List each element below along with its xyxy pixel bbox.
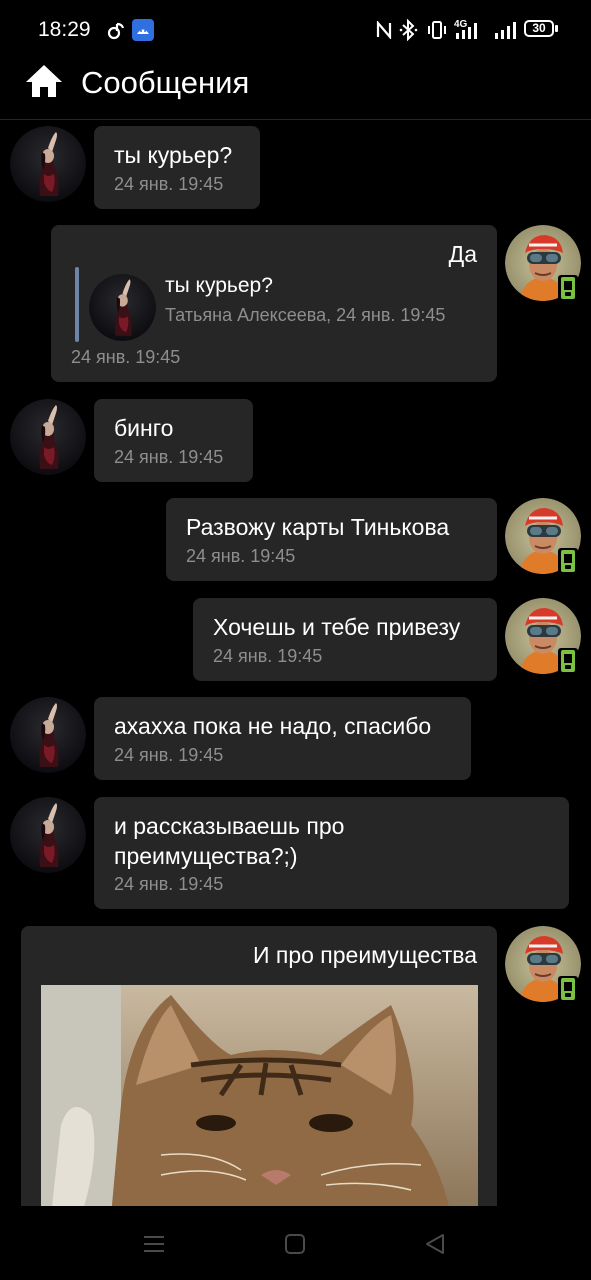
message-text: ахахха пока не надо, спасибо (114, 713, 432, 739)
home-square-icon[interactable] (284, 1233, 306, 1255)
message-time: 24 янв. 19:45 (186, 546, 296, 566)
message-bubble[interactable]: ахахха пока не надо, спасибо 24 янв. 19:… (94, 697, 471, 780)
message-text-line-1: и рассказываешь про (114, 813, 345, 839)
message-text: ты курьер? (114, 142, 233, 168)
contact-avatar[interactable] (10, 399, 86, 475)
reply-avatar (89, 274, 156, 341)
svg-text:4G: 4G (454, 19, 468, 30)
mobile-badge-icon (558, 275, 578, 301)
menu-icon[interactable] (143, 1234, 165, 1254)
app-notification-icon (132, 19, 154, 41)
reply-bar (75, 267, 79, 342)
message-text: Хочешь и тебе привезу (213, 614, 461, 640)
mobile-badge-icon (558, 976, 578, 1002)
message-bubble[interactable]: Развожу карты Тинькова 24 янв. 19:45 (166, 498, 497, 581)
contact-avatar[interactable] (10, 126, 86, 202)
reply-text: ты курьер? (165, 274, 273, 297)
message-time: 24 янв. 19:45 (114, 447, 224, 467)
music-icon (107, 22, 125, 40)
message-bubble[interactable]: И про преимущества (21, 926, 497, 1216)
signal-4g-icon: 4G (454, 19, 477, 39)
message-bubble[interactable]: Хочешь и тебе привезу 24 янв. 19:45 (193, 598, 497, 681)
battery-icon: 30 (524, 20, 554, 37)
message-bubble[interactable]: ты курьер? 24 янв. 19:45 (94, 126, 260, 209)
message-bubble[interactable]: и рассказываешь про преимущества?;) 24 я… (94, 797, 569, 909)
contact-avatar[interactable] (10, 697, 86, 773)
message-text-line-2: преимущества?;) (114, 843, 298, 869)
contact-avatar[interactable] (10, 797, 86, 873)
message-bubble[interactable]: Да ты курьер? Татьяна Алексеева, 24 янв.… (51, 225, 497, 382)
signal-icon (495, 22, 516, 39)
message-text: Развожу карты Тинькова (186, 514, 450, 540)
nfc-icon (376, 21, 392, 39)
back-triangle-icon[interactable] (423, 1232, 447, 1256)
message-time: 24 янв. 19:45 (213, 646, 323, 666)
app-bar: Сообщения (0, 60, 591, 120)
message-time: 24 янв. 19:45 (114, 745, 224, 765)
vibrate-icon (428, 21, 446, 39)
message-text: бинго (114, 415, 174, 441)
status-bar: 18:29 4G 30 (0, 0, 591, 60)
message-time: 24 янв. 19:45 (114, 174, 224, 194)
home-icon[interactable] (24, 63, 64, 99)
bluetooth-icon (399, 19, 418, 41)
system-nav-bar (0, 1206, 591, 1280)
mobile-badge-icon (558, 548, 578, 574)
reply-author: Татьяна Алексеева, 24 янв. 19:45 (165, 305, 446, 325)
message-text: И про преимущества (252, 942, 477, 968)
message-text: Да (448, 241, 477, 267)
battery-tip (555, 25, 558, 32)
message-bubble[interactable]: бинго 24 янв. 19:45 (94, 399, 253, 482)
cat-photo[interactable] (41, 985, 478, 1216)
mobile-badge-icon (558, 648, 578, 674)
message-time: 24 янв. 19:45 (71, 347, 181, 367)
page-title: Сообщения (81, 65, 250, 100)
message-time: 24 янв. 19:45 (114, 874, 224, 894)
status-time: 18:29 (38, 18, 91, 41)
